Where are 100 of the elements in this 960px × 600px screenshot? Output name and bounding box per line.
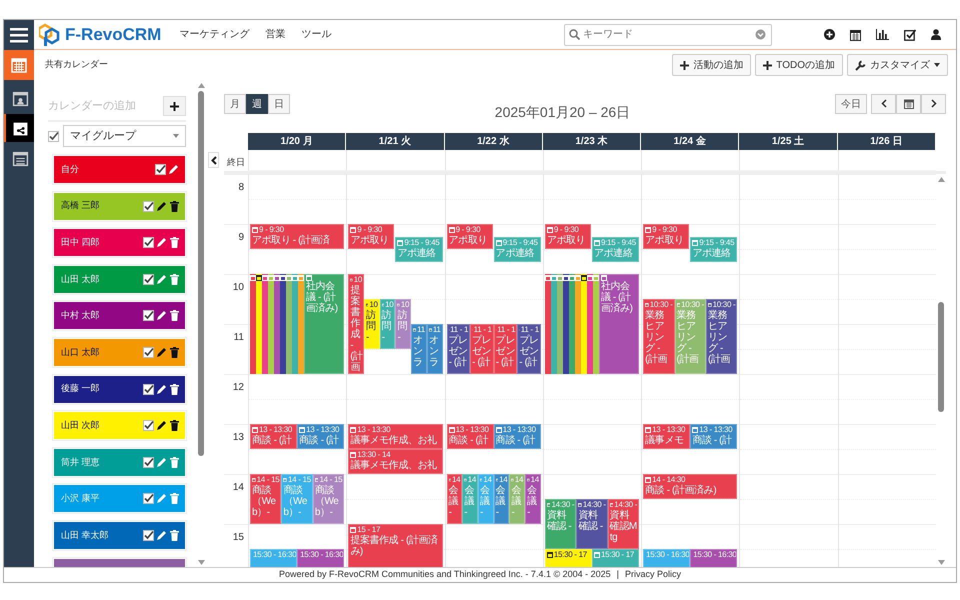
- calendar-item[interactable]: 筒井 理恵: [53, 448, 186, 477]
- event[interactable]: 15:30 - 16:30: [690, 549, 738, 567]
- event[interactable]: 社内会議 - (計画済み): [304, 274, 344, 374]
- event[interactable]: 10:30 - 業務ヒアリング - (計画: [643, 299, 675, 374]
- edit-icon[interactable]: [156, 346, 167, 358]
- checkbox[interactable]: [143, 456, 154, 468]
- delete-icon[interactable]: [170, 200, 179, 212]
- checkbox[interactable]: [143, 310, 154, 322]
- view-tab[interactable]: 週: [246, 94, 268, 114]
- group-select[interactable]: マイグループ: [63, 125, 186, 147]
- event[interactable]: 11 オンラ: [426, 324, 443, 374]
- event[interactable]: 9:15 - 9:45 アポ連絡: [592, 236, 640, 262]
- event[interactable]: 15:30 - 16:30: [250, 549, 298, 567]
- customize-button[interactable]: カスタマイズ: [847, 54, 948, 76]
- add-button[interactable]: TODOの追加: [755, 54, 843, 76]
- event[interactable]: 11 - 1 プレゼン - (計: [494, 324, 518, 374]
- event[interactable]: 10:30 - 業務ヒアリング - (計画: [706, 299, 738, 374]
- calendar-item[interactable]: 自分: [53, 155, 186, 184]
- event[interactable]: 14 - 15 商談（Web）-: [250, 474, 282, 524]
- search-field[interactable]: キーワード: [564, 24, 772, 46]
- menu-button[interactable]: [4, 20, 34, 50]
- event[interactable]: 14 会議 -: [478, 474, 494, 524]
- all-day-cell[interactable]: [346, 150, 445, 171]
- event[interactable]: 14:30 - 資料確認 -: [576, 499, 608, 549]
- view-tab[interactable]: 日: [268, 94, 290, 114]
- calendar-item[interactable]: 山田 幸太郎: [53, 520, 186, 550]
- event[interactable]: 13 - 13:30 議事メモ: [643, 424, 690, 449]
- event[interactable]: 14 会議 -: [494, 474, 510, 524]
- delete-icon[interactable]: [170, 420, 179, 432]
- today-button[interactable]: 今日: [835, 94, 867, 114]
- view-tab[interactable]: 月: [224, 94, 246, 114]
- checkbox[interactable]: [143, 493, 154, 504]
- event[interactable]: 11 - 1 プレゼン - (計: [517, 324, 541, 374]
- event[interactable]: 9 - 9:30 アポ取り: [544, 224, 592, 249]
- delete-icon[interactable]: [170, 310, 179, 322]
- add-button[interactable]: [163, 96, 186, 116]
- all-day-cell[interactable]: [838, 150, 936, 171]
- calendar-item[interactable]: 中村 太郎: [53, 301, 186, 330]
- event[interactable]: 13 - 13:30 議事メモ作成、お礼: [348, 424, 443, 449]
- event[interactable]: 11 - 1 プレゼン - (計: [470, 324, 494, 374]
- event-strip[interactable]: [280, 274, 286, 374]
- event[interactable]: 14 会議 -: [462, 474, 478, 524]
- event[interactable]: 15:30 - 17: [592, 549, 640, 567]
- menu-link[interactable]: 営業: [265, 27, 286, 42]
- checkbox[interactable]: [143, 237, 154, 248]
- checkbox[interactable]: [143, 384, 154, 395]
- scrollbar-thumb[interactable]: [938, 302, 944, 412]
- checkbox[interactable]: [48, 130, 59, 142]
- delete-icon[interactable]: [170, 346, 179, 358]
- menu-link[interactable]: ツール: [301, 27, 332, 42]
- event[interactable]: 13:30 - 14 議事メモ作成、お礼: [348, 449, 443, 474]
- scroll-down-icon[interactable]: [198, 560, 204, 565]
- add-icon[interactable]: [824, 29, 835, 40]
- calendar-item[interactable]: 小沢 康平: [53, 484, 186, 514]
- event[interactable]: 9:15 - 9:45 アポ連絡: [494, 236, 541, 262]
- bar-chart-icon[interactable]: [876, 29, 889, 40]
- calendar-item[interactable]: 高橋 三郎: [53, 192, 186, 221]
- calendar-item[interactable]: 後藤 一郎: [53, 374, 186, 404]
- event[interactable]: 13 - 13:30 商談 - (計: [690, 424, 738, 449]
- event[interactable]: 社内会議 - (計画済み): [598, 274, 640, 374]
- scroll-up-icon[interactable]: [198, 83, 204, 88]
- user-icon[interactable]: [931, 29, 941, 40]
- calendar-item[interactable]: 田中 四郎: [53, 228, 186, 258]
- checkbox[interactable]: [143, 346, 154, 358]
- event[interactable]: 9 - 9:30 アポ取り: [446, 224, 493, 249]
- add-button[interactable]: 活動の追加: [672, 54, 752, 76]
- calendar-item[interactable]: 山口 太郎: [53, 338, 186, 367]
- event[interactable]: 11 オンラ: [411, 324, 427, 374]
- event[interactable]: 13 - 13:30 商談 - (計: [494, 424, 541, 449]
- date-picker-button[interactable]: [896, 94, 921, 114]
- event[interactable]: 15:30 - 16:30: [643, 549, 690, 567]
- event[interactable]: 9 - 9:30 アポ取り: [643, 224, 690, 249]
- privacy-policy-link[interactable]: Privacy Policy: [624, 568, 681, 582]
- edit-icon[interactable]: [156, 200, 167, 212]
- calendar-item[interactable]: 山田 次郎: [53, 411, 186, 440]
- event[interactable]: 15:30 - 17: [544, 549, 592, 567]
- edit-icon[interactable]: [156, 310, 167, 322]
- event[interactable]: 9:15 - 9:45 アポ連絡: [395, 236, 443, 262]
- all-day-cell[interactable]: [248, 150, 346, 171]
- collapse-button[interactable]: [208, 152, 219, 168]
- event[interactable]: 14:30 - 資料確認 -: [544, 499, 576, 549]
- scrollbar-thumb[interactable]: [198, 91, 204, 456]
- checkbox[interactable]: [155, 164, 166, 175]
- calendar-item[interactable]: 山田 太郎: [53, 264, 186, 294]
- checkbox[interactable]: [143, 200, 154, 212]
- checkbox[interactable]: [143, 530, 154, 541]
- scroll-up-icon[interactable]: [938, 177, 944, 182]
- event[interactable]: 9:15 - 9:45 アポ連絡: [690, 236, 738, 262]
- all-day-cell[interactable]: [641, 150, 740, 171]
- event[interactable]: 10 訪問 -: [395, 299, 412, 349]
- event[interactable]: 9 - 9:30 アポ取り - (計画済: [250, 224, 344, 249]
- event[interactable]: 10 提案書作成 - (計画: [348, 274, 364, 374]
- event-strip[interactable]: [256, 274, 262, 374]
- event[interactable]: 13 - 13:30 商談 - (計: [446, 424, 494, 449]
- previous-button[interactable]: [871, 94, 896, 114]
- event[interactable]: 10 訪問 -: [364, 299, 380, 349]
- checkbox[interactable]: [143, 420, 154, 432]
- checkbox[interactable]: [143, 274, 154, 285]
- event[interactable]: 14 会議 -: [446, 474, 462, 524]
- event[interactable]: 13 - 13:30 商談 - (計: [250, 424, 298, 449]
